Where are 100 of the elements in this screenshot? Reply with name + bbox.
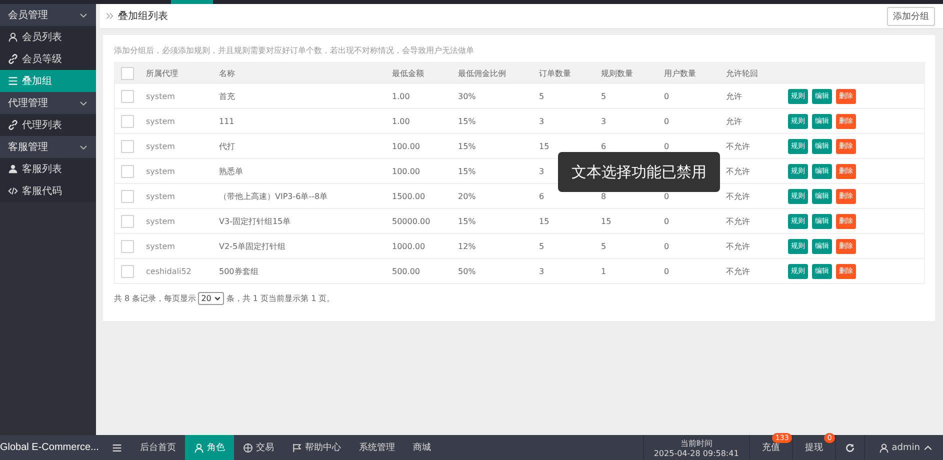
checkbox[interactable] [121,214,134,228]
table-cell: 不允许 [726,266,750,276]
table-cell: 100.00 [392,166,420,176]
table-cell: 5 [539,92,544,100]
caret-icon [214,295,222,302]
column-header: 名称 [219,68,235,78]
flag-icon [292,442,302,452]
brand-title: Global E-Commerce... [0,441,99,455]
pagination-text: 条，共 1 页当前显示第 1 页。 [226,293,335,304]
sidebar-item[interactable]: 会员等级 [0,48,96,70]
table-cell: system [146,166,175,176]
sidebar-group[interactable]: 会员管理 [0,4,96,26]
table-cell: V3-固定打针组15单 [219,216,291,226]
table-cell: 允许 [726,90,742,102]
nav-tab[interactable]: 后台首页 [130,435,185,460]
table-cell: 100.00 [392,142,420,150]
table-cell: 15% [458,142,476,150]
code-icon [8,186,18,196]
double-chevron-icon [106,12,114,20]
refresh-icon [844,442,855,452]
table-cell: （带他上高速）VIP3-6单--8单 [219,190,328,202]
table-cell: 1000.00 [392,242,426,250]
table-cell: 0 [664,142,670,150]
column-header: 订单数量 [539,68,571,78]
checkbox[interactable] [121,66,134,80]
chevron-icon [79,142,88,152]
sidebar-group[interactable]: 代理管理 [0,92,96,114]
table-cell: 50% [458,266,476,276]
sidebar-item[interactable]: 代理列表 [0,114,96,136]
table-cell: system [146,92,175,100]
table-cell: 1500.00 [392,192,426,200]
link-icon [8,120,18,130]
table-cell: ceshidali52 [146,266,192,276]
column-header: 最低佣金比例 [458,68,506,78]
user-icon [194,442,204,452]
pagination-text: 共 8 条记录，每页显示 [114,293,196,304]
checkbox[interactable] [121,190,134,202]
user-icon [8,32,18,42]
toast-message: 文本选择功能已禁用 [558,152,720,192]
nav-tab[interactable]: 帮助中心 [282,435,350,460]
table-cell: 15 [539,216,550,226]
table-cell: 3 [539,116,544,126]
column-header: 用户数量 [664,68,696,78]
user-icon [878,442,889,452]
add-group-button[interactable]: 添加分组 [887,6,935,26]
sidebar-item[interactable]: 客服代码 [0,180,96,202]
nav-tab[interactable]: 角色 [184,435,234,460]
list-icon [8,76,18,86]
nav-tab[interactable]: 交易 [234,435,283,460]
chevron-icon [79,10,88,20]
table-cell: 15 [539,142,550,150]
table-cell: 0 [664,192,670,200]
tab-indicator [171,0,213,4]
nav-tab[interactable]: 系统管理 [350,435,404,460]
table-cell: 30% [458,92,476,100]
table-cell: 50000.00 [392,216,430,226]
column-header: 规则数量 [601,68,633,78]
table-cell: 1.00 [392,92,410,100]
sidebar-group[interactable]: 客服管理 [0,136,96,158]
column-header: 允许轮回 [726,68,758,78]
table-cell: 5 [601,92,606,100]
column-header: 最低金额 [392,68,424,78]
table-cell: 允许 [726,116,742,126]
sidebar-item[interactable]: 客服列表 [0,158,96,180]
table-cell: V2-5单固定打针组 [219,240,286,252]
sidebar-item[interactable]: 会员列表 [0,26,96,48]
page-title: 叠加组列表 [118,10,169,23]
table-cell: 0 [664,216,670,226]
sidebar-item[interactable]: 叠加组 [0,70,96,92]
checkbox[interactable] [121,140,134,152]
chevron-icon [79,98,88,108]
checkbox[interactable] [121,90,134,102]
table-cell: 5 [601,242,606,250]
checkbox[interactable] [121,164,134,178]
table-cell: 不允许 [726,166,750,176]
page-size-select[interactable]: 20 [198,292,224,305]
people-icon [8,164,18,174]
user-menu[interactable]: admin [864,435,943,460]
checkbox[interactable] [121,264,134,278]
table-cell: system [146,116,175,126]
table-cell: 8 [601,192,606,200]
table-cell: 12% [458,242,476,250]
checkbox[interactable] [121,240,134,252]
table-cell: 15% [458,116,476,126]
table-cell: 15 [601,216,612,226]
link-icon [8,54,18,64]
checkbox[interactable] [121,114,134,128]
nav-tab[interactable]: 商城 [404,435,440,460]
table-cell: 3 [539,166,544,176]
clock-time: 2025-04-28 09:58:41 [654,448,739,458]
table-cell: 0 [664,92,670,100]
table-cell: 0 [664,242,670,250]
table-cell: 111 [219,116,234,126]
table-cell: system [146,242,175,250]
table-cell: 1 [601,266,606,276]
table-cell: 不允许 [726,216,750,226]
column-header: 所属代理 [146,68,178,78]
table-cell: 不允许 [726,190,750,202]
table-cell: system [146,216,175,226]
table-cell: 1.00 [392,116,410,126]
